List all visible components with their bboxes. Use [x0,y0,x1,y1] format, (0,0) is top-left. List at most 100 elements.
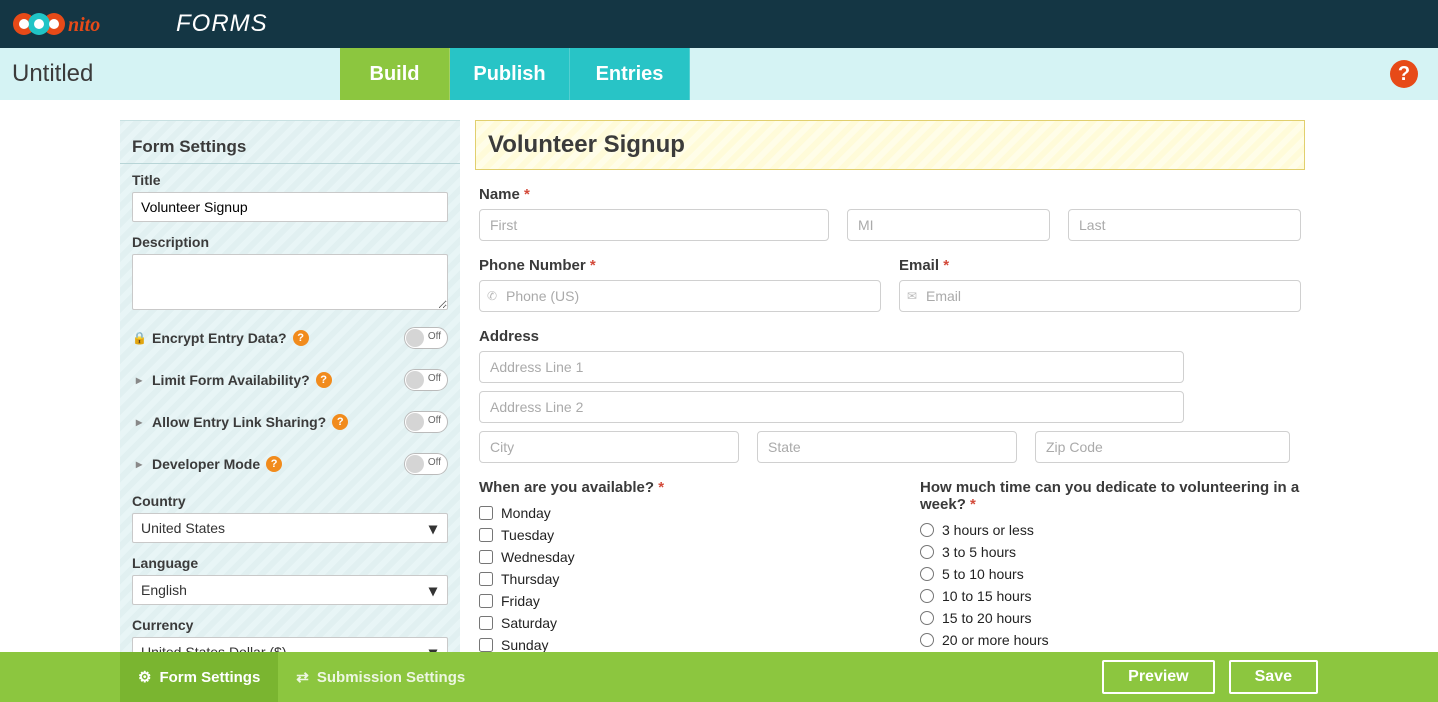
option-label: Sunday [501,637,548,652]
country-select[interactable]: United States [132,513,448,543]
availability-option[interactable]: Friday [479,590,860,612]
address-line2-input[interactable] [479,391,1184,423]
availability-option[interactable]: Sunday [479,634,860,652]
bottombar: ⚙ Form Settings ⇄ Submission Settings Pr… [0,652,1438,702]
dedicate-label: How much time can you dedicate to volunt… [920,479,1301,513]
availability-option[interactable]: Wednesday [479,546,860,568]
dedicate-option[interactable]: 3 hours or less [920,519,1301,541]
form-title[interactable]: Volunteer Signup [475,120,1305,170]
country-label: Country [132,493,448,509]
radio[interactable] [920,523,934,537]
form-name[interactable]: Untitled [0,48,340,100]
linkshare-row: ▸ Allow Entry Link Sharing? ? Off [120,401,460,443]
radio[interactable] [920,589,934,603]
devmode-row: ▸ Developer Mode ? Off [120,443,460,485]
name-last-input[interactable] [1068,209,1301,241]
info-icon[interactable]: ? [293,330,309,346]
form-settings-tab[interactable]: ⚙ Form Settings [120,652,278,702]
tab-entries[interactable]: Entries [570,48,690,100]
logo[interactable]: nito FORMS [10,9,268,39]
option-label: 10 to 15 hours [942,588,1032,604]
lock-icon: 🔒 [132,331,146,345]
checkbox[interactable] [479,506,493,520]
description-input[interactable] [132,254,448,310]
envelope-icon: ✉ [907,289,917,303]
radio[interactable] [920,567,934,581]
info-icon[interactable]: ? [266,456,282,472]
brand-text: FORMS [176,10,268,38]
info-icon[interactable]: ? [316,372,332,388]
info-icon[interactable]: ? [332,414,348,430]
option-label: 15 to 20 hours [942,610,1032,626]
phone-label: Phone Number * [479,257,881,274]
title-input[interactable] [132,192,448,222]
address-line1-input[interactable] [479,351,1184,383]
option-label: Monday [501,505,551,521]
email-input[interactable] [899,280,1301,312]
dedicate-group: How much time can you dedicate to volunt… [920,479,1301,652]
phone-input[interactable] [479,280,881,312]
svg-text:nito: nito [68,14,100,36]
checkbox[interactable] [479,572,493,586]
address-label: Address [479,328,1301,345]
help-icon[interactable]: ? [1390,60,1418,88]
address-city-input[interactable] [479,431,739,463]
tab-build[interactable]: Build [340,48,450,100]
limit-row: ▸ Limit Form Availability? ? Off [120,359,460,401]
checkbox[interactable] [479,594,493,608]
option-label: 3 to 5 hours [942,544,1016,560]
availability-option[interactable]: Thursday [479,568,860,590]
name-first-input[interactable] [479,209,829,241]
checkbox[interactable] [479,550,493,564]
currency-select[interactable]: United States Dollar ($) [132,637,448,652]
limit-toggle[interactable]: Off [404,369,448,391]
language-label: Language [132,555,448,571]
availability-option[interactable]: Saturday [479,612,860,634]
save-button[interactable]: Save [1229,660,1318,694]
topbar: nito FORMS [0,0,1438,48]
language-select[interactable]: English [132,575,448,605]
preview-button[interactable]: Preview [1102,660,1214,694]
devmode-label: Developer Mode [152,456,260,472]
devmode-toggle[interactable]: Off [404,453,448,475]
linkshare-label: Allow Entry Link Sharing? [152,414,326,430]
address-state-input[interactable] [757,431,1017,463]
encrypt-row: 🔒 Encrypt Entry Data? ? Off [120,317,460,359]
cognito-logo-icon: nito [10,9,170,39]
dedicate-option[interactable]: 15 to 20 hours [920,607,1301,629]
radio[interactable] [920,611,934,625]
encrypt-label: Encrypt Entry Data? [152,330,287,346]
linkshare-toggle[interactable]: Off [404,411,448,433]
name-mi-input[interactable] [847,209,1050,241]
dedicate-option[interactable]: 5 to 10 hours [920,563,1301,585]
form-settings-heading: Form Settings [120,121,460,164]
option-label: Thursday [501,571,559,587]
phone-icon: ✆ [487,289,497,303]
sidebar-form-settings: Form Settings Title Description 🔒 Encryp… [120,120,460,652]
option-label: Tuesday [501,527,554,543]
caret-right-icon: ▸ [132,373,146,387]
checkbox[interactable] [479,638,493,652]
radio[interactable] [920,633,934,647]
radio[interactable] [920,545,934,559]
dedicate-option[interactable]: 10 to 15 hours [920,585,1301,607]
availability-label: When are you available? * [479,479,860,496]
tab-publish[interactable]: Publish [450,48,570,100]
dedicate-option[interactable]: 20 or more hours [920,629,1301,651]
encrypt-toggle[interactable]: Off [404,327,448,349]
country-field: Country United States [120,485,460,547]
address-zip-input[interactable] [1035,431,1290,463]
submission-settings-tab[interactable]: ⇄ Submission Settings [278,652,483,702]
checkbox[interactable] [479,616,493,630]
availability-option[interactable]: Monday [479,502,860,524]
form-preview: Volunteer Signup Name * Phone Number * [475,120,1305,652]
email-label: Email * [899,257,1301,274]
language-field: Language English [120,547,460,609]
option-label: 5 to 10 hours [942,566,1024,582]
dedicate-option[interactable]: 3 to 5 hours [920,541,1301,563]
availability-option[interactable]: Tuesday [479,524,860,546]
checkbox[interactable] [479,528,493,542]
option-label: Friday [501,593,540,609]
caret-right-icon: ▸ [132,415,146,429]
currency-field: Currency United States Dollar ($) [120,609,460,652]
